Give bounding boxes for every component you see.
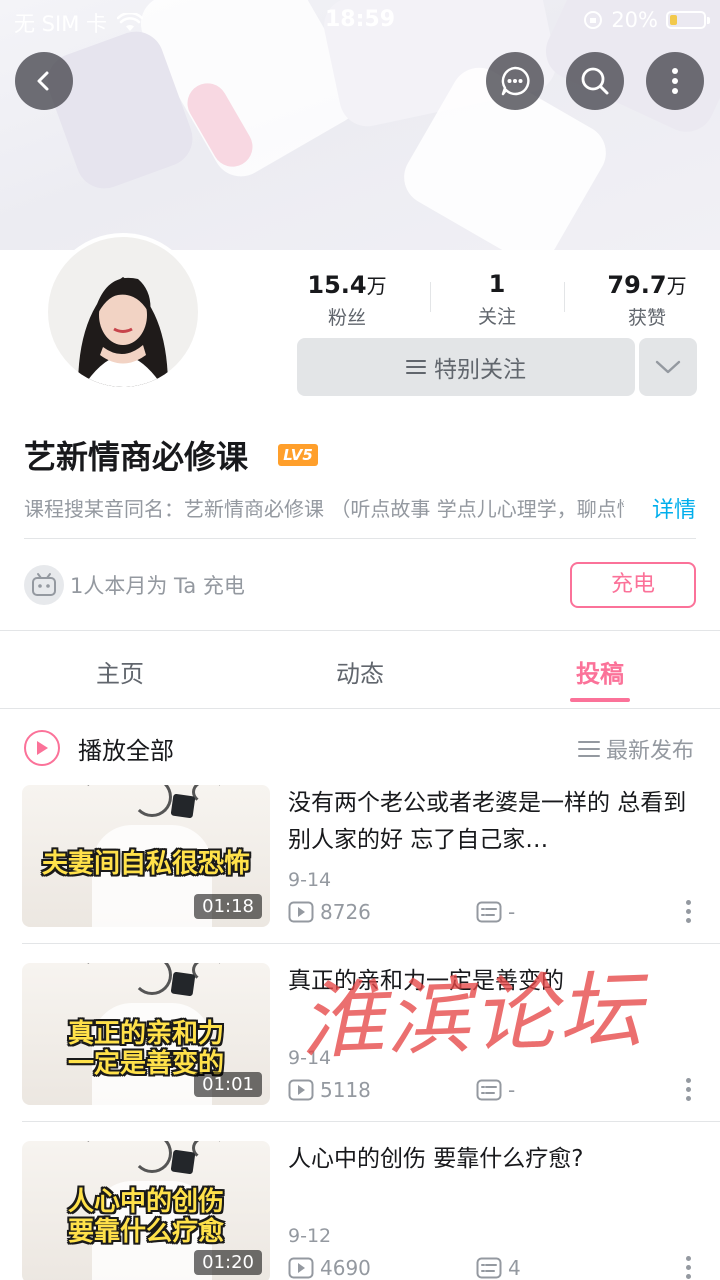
video-thumbnail: 人心中的创伤 要靠什么疗愈 01:20: [22, 1141, 270, 1280]
video-more-icon[interactable]: [684, 1078, 692, 1101]
video-duration: 01:18: [194, 894, 262, 919]
tab-indicator: [570, 698, 630, 702]
video-title: 没有两个老公或者老婆是一样的 总看到别人家的好 忘了自己家…: [288, 790, 687, 853]
divider: [22, 943, 720, 944]
likes-unit: 万: [666, 274, 687, 298]
video-plays: 5118: [288, 1078, 371, 1102]
video-date: 9-12: [288, 1225, 332, 1247]
tab-dynamic[interactable]: 动态: [240, 654, 480, 689]
back-arrow-icon: [37, 71, 49, 91]
likes-stat[interactable]: 79.7万 获赞: [572, 270, 720, 330]
play-count-icon: [288, 1257, 314, 1279]
sort-button[interactable]: 最新发布: [577, 733, 694, 765]
fans-label: 粉丝: [327, 307, 366, 329]
video-thumbnail: 夫妻间自私很恐怖 01:18: [22, 785, 270, 927]
fans-stat[interactable]: 15.4万 粉丝: [272, 270, 422, 330]
video-plays: 8726: [288, 900, 371, 924]
video-plays: 4690: [288, 1256, 371, 1280]
thumbnail-caption: 要靠什么疗愈: [67, 1217, 224, 1247]
video-item[interactable]: 人心中的创伤 要靠什么疗愈 01:20 人心中的创伤 要靠什么疗愈? 9-12 …: [0, 1141, 720, 1280]
detail-link[interactable]: 详情: [652, 492, 696, 524]
charge-text: 1人本月为 Ta 充电: [70, 574, 245, 598]
battery-percent: 20%: [611, 8, 658, 32]
danmaku-icon: [476, 1257, 502, 1279]
sort-lines-icon: [577, 741, 600, 757]
sort-label: 最新发布: [605, 739, 694, 764]
more-options-button[interactable]: [646, 52, 704, 110]
danmaku-count: -: [508, 1078, 516, 1102]
chat-bubble-icon: [501, 66, 530, 96]
orientation-lock-icon: [584, 11, 603, 29]
profile-intro: 课程搜某音同名：艺新情商必修课 （听点故事 学点儿心理学，聊点情商的事儿）: [24, 497, 624, 521]
play-all-label: 播放全部: [78, 736, 174, 765]
search-button[interactable]: [566, 52, 624, 110]
tab-home[interactable]: 主页: [0, 654, 240, 689]
avatar[interactable]: [44, 233, 202, 391]
video-danmaku: 4: [476, 1256, 521, 1280]
follow-dropdown-button[interactable]: [639, 338, 697, 396]
following-label: 关注: [477, 306, 516, 328]
danmaku-count: -: [508, 900, 516, 924]
level-badge: LV5: [278, 444, 318, 466]
stat-divider: [564, 282, 565, 312]
danmaku-icon: [476, 901, 502, 923]
video-date: 9-14: [288, 869, 332, 891]
video-danmaku: -: [476, 1078, 515, 1102]
video-duration: 01:01: [194, 1072, 262, 1097]
tab-uploads[interactable]: 投稿: [480, 654, 720, 689]
special-follow-button[interactable]: 特别关注: [297, 338, 635, 396]
divider: [0, 630, 720, 631]
video-item[interactable]: 真正的亲和力 一定是善变的 01:01 真正的亲和力一定是善变的 9-14 51…: [0, 963, 720, 1141]
play-count: 4690: [320, 1256, 371, 1280]
special-follow-label: 特别关注: [434, 357, 526, 383]
chevron-down-icon: [655, 360, 681, 374]
likes-count: 79.7: [607, 271, 667, 299]
video-more-icon[interactable]: [684, 1256, 692, 1279]
following-stat[interactable]: 1 关注: [422, 270, 572, 329]
video-title: 真正的亲和力一定是善变的: [288, 968, 564, 994]
danmaku-icon: [476, 1079, 502, 1101]
divider: [22, 1121, 720, 1122]
divider: [24, 538, 696, 539]
battery-icon: [666, 11, 710, 29]
video-date: 9-14: [288, 1047, 332, 1069]
following-count: 1: [488, 270, 506, 298]
video-duration: 01:20: [194, 1250, 262, 1275]
back-button[interactable]: [15, 52, 73, 110]
fans-unit: 万: [366, 274, 387, 298]
video-more-icon[interactable]: [684, 900, 692, 923]
play-icon: [24, 730, 60, 766]
play-all-button[interactable]: 播放全部: [24, 728, 174, 768]
charge-info: 1人本月为 Ta 充电: [24, 563, 245, 607]
menu-lines-icon: [406, 360, 426, 374]
danmaku-count: 4: [508, 1256, 521, 1280]
video-item[interactable]: 夫妻间自私很恐怖 01:18 没有两个老公或者老婆是一样的 总看到别人家的好 忘…: [0, 785, 720, 963]
play-count: 5118: [320, 1078, 371, 1102]
uploader-name: 艺新情商必修课: [24, 438, 249, 476]
play-count-icon: [288, 901, 314, 923]
play-count-icon: [288, 1079, 314, 1101]
video-danmaku: -: [476, 900, 515, 924]
thumbnail-caption: 夫妻间自私很恐怖: [41, 849, 250, 879]
likes-label: 获赞: [627, 307, 666, 329]
fans-count: 15.4: [307, 271, 367, 299]
vertical-dots-icon: [672, 68, 678, 94]
status-bar: 无 SIM 卡 18:59 20%: [0, 0, 720, 40]
profile-stats: 15.4万 粉丝 1 关注 79.7万 获赞: [272, 270, 720, 329]
play-count: 8726: [320, 900, 371, 924]
avatar-photo: [48, 237, 198, 387]
tv-mascot-icon: [24, 565, 64, 605]
charge-button[interactable]: 充电: [570, 562, 696, 608]
search-icon: [581, 67, 609, 95]
message-button[interactable]: [486, 52, 544, 110]
video-thumbnail: 真正的亲和力 一定是善变的 01:01: [22, 963, 270, 1105]
profile-tabs: 主页 动态 投稿: [0, 640, 720, 706]
divider: [0, 708, 720, 709]
video-title: 人心中的创伤 要靠什么疗愈?: [288, 1146, 584, 1172]
